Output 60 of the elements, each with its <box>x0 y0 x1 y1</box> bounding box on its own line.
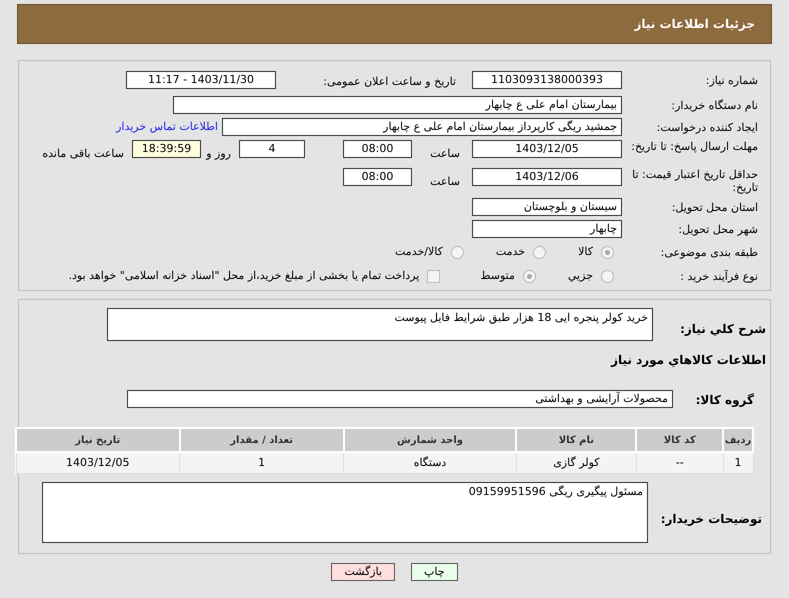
field-label: توضیحات خریدار: <box>660 512 762 526</box>
print-button[interactable]: چاپ <box>411 562 458 580</box>
field-label: نوع فرآیند خرید : <box>680 270 758 282</box>
text-field[interactable]: محصولات آرایشی و بهداشتی <box>127 390 673 408</box>
column-header: ردیف <box>723 428 753 452</box>
text-field[interactable]: جمشید ریگی کارپرداز بیمارستان امام علی ع چابهار <box>222 118 622 136</box>
text-field[interactable]: سیستان و بلوچستان <box>472 198 622 216</box>
table-cell: -- <box>636 452 723 473</box>
checkbox[interactable] <box>427 270 440 282</box>
radio-button[interactable] <box>601 246 614 258</box>
field-label: ایجاد کننده درخواست: <box>656 120 758 134</box>
text-field[interactable]: 1103093138000393 <box>472 71 622 89</box>
field-label: کالا <box>578 244 593 260</box>
field-label: ساعت باقی مانده <box>42 147 124 160</box>
field-label: خدمت <box>496 244 526 260</box>
field-label: استان محل تحویل: <box>672 200 758 214</box>
column-header: تعداد / مقدار <box>180 428 344 452</box>
radio-button[interactable] <box>601 270 614 282</box>
field-label: کالا/خدمت <box>395 244 443 260</box>
text-field[interactable]: چابهار <box>472 220 622 238</box>
text-field[interactable]: 08:00 <box>343 140 412 158</box>
field-label: حداقل تاریخ اعتبار قیمت: تا تاریخ: <box>632 168 758 194</box>
section-title: اطلاعات کالاهاي مورد نياز <box>611 353 766 367</box>
back-button[interactable]: بازگشت <box>331 562 396 580</box>
table-cell: دستگاه <box>344 452 516 473</box>
field-label: پرداخت تمام یا بخشی از مبلغ خرید،از محل "اسناد خزانه اسلامی" خواهد بود. <box>68 268 420 284</box>
field-label: نام دستگاه خریدار: <box>671 98 758 112</box>
radio-button[interactable] <box>450 246 464 258</box>
text-field[interactable]: 1403/11/30 - 11:17 <box>126 71 276 89</box>
column-header: واحد شمارش <box>344 428 516 452</box>
field-label: گروه کالا: <box>696 393 754 407</box>
radio-button[interactable] <box>533 246 546 258</box>
text-field[interactable]: 1403/12/06 <box>472 168 622 186</box>
text-field[interactable]: 4 <box>239 140 305 158</box>
notes-box[interactable]: مسئول پیگیری ریگی 09159951596 <box>42 482 648 542</box>
field-label: روز و <box>206 147 231 160</box>
text-field[interactable]: 1403/12/05 <box>472 140 622 158</box>
column-header: تاریخ نیاز <box>16 428 180 452</box>
field-label: جزیي <box>568 268 593 284</box>
field-label: مهلت ارسال پاسخ: تا تاریخ: <box>631 140 758 153</box>
description-box[interactable]: خرید کولر پنجره ایی 18 هزار طبق شرایط فایل پیوست <box>107 308 653 341</box>
radio-button[interactable] <box>522 270 536 282</box>
field-label: شماره نیاز: <box>706 74 758 86</box>
field-label: ساعت <box>430 175 460 188</box>
table-cell: 1 <box>723 452 753 473</box>
field-label: طبقه بندی موضوعی: <box>660 246 758 258</box>
page-title: جزئیات اطلاعات نیاز <box>634 16 755 33</box>
contact-link[interactable]: اطلاعات تماس خریدار <box>116 118 218 136</box>
field-label: شهر محل تحویل: <box>678 222 758 236</box>
field-label: ساعت <box>430 147 460 160</box>
field-label: متوسط <box>480 268 515 284</box>
field-label: تاریخ و ساعت اعلان عمومی: <box>323 75 456 88</box>
text-field[interactable]: بیمارستان امام علی ع چابهار <box>173 96 622 114</box>
table-cell: 1403/12/05 <box>16 452 180 473</box>
field-label: شرح کلي نياز: <box>680 322 766 336</box>
text-field[interactable]: 08:00 <box>343 168 412 186</box>
table-cell: 1 <box>180 452 344 473</box>
text-field[interactable]: 18:39:59 <box>132 140 201 158</box>
table-cell: کولر گازی <box>516 452 636 473</box>
column-header: نام کالا <box>516 428 636 452</box>
